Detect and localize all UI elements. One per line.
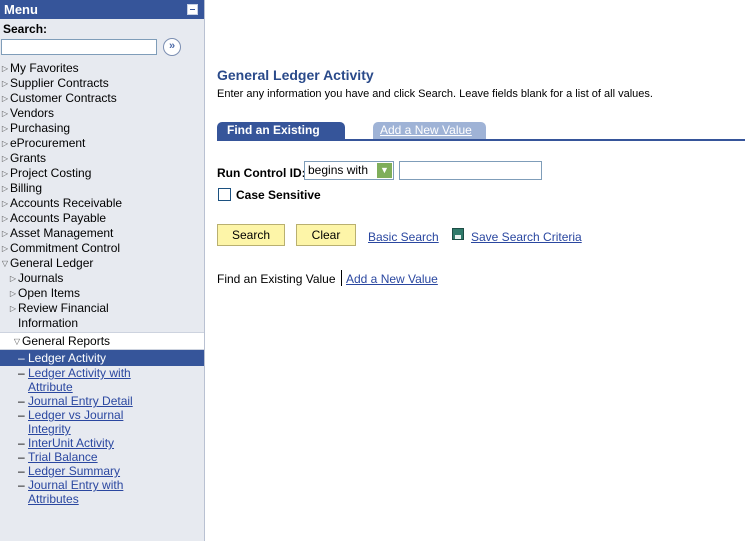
instructions-text: Enter any information you have and click… <box>217 88 653 100</box>
menu-item-interunit-activity[interactable]: – InterUnit Activity <box>0 436 204 450</box>
menu-item-ledger-vs-journal[interactable]: – Ledger vs Journal <box>0 408 204 422</box>
collapse-icon[interactable] <box>187 4 198 15</box>
expand-triangle-icon: ▷ <box>9 274 17 283</box>
save-search-criteria-link[interactable]: Save Search Criteria <box>471 230 582 244</box>
menu-item-accounts-receivable[interactable]: ▷ Accounts Receivable <box>0 196 204 211</box>
menu-item-ledger-activity-with-attribute[interactable]: – Ledger Activity with <box>0 366 204 380</box>
menu-search-label: Search: <box>3 22 48 36</box>
expand-triangle-icon: ▷ <box>1 199 9 208</box>
menu-item-general-ledger[interactable]: ▽ General Ledger <box>0 256 204 271</box>
expand-triangle-icon: ▷ <box>1 64 9 73</box>
bottom-add-new-value-link[interactable]: Add a New Value <box>346 272 438 286</box>
case-sensitive-label: Case Sensitive <box>236 188 321 202</box>
menu-item-ledger-summary[interactable]: – Ledger Summary <box>0 464 204 478</box>
expand-triangle-icon: ▷ <box>1 124 9 133</box>
menu-item-project-costing[interactable]: ▷ Project Costing <box>0 166 204 181</box>
menu-item-trial-balance[interactable]: – Trial Balance <box>0 450 204 464</box>
separator <box>341 270 342 286</box>
tab-find-existing-value[interactable]: Find an Existing Value <box>217 122 345 154</box>
menu-search-input[interactable] <box>1 39 157 55</box>
expand-triangle-icon: ▷ <box>1 154 9 163</box>
save-disk-icon[interactable] <box>452 228 464 240</box>
expand-triangle-icon: ▷ <box>9 304 17 313</box>
tab-bar: Find an Existing Value Add a New Value <box>217 120 745 154</box>
go-arrow-icon[interactable]: » <box>163 38 181 56</box>
collapse-triangle-icon: ▽ <box>13 337 21 346</box>
menu-item-ledger-activity[interactable]: – Ledger Activity <box>0 350 204 366</box>
menu-item-journals[interactable]: ▷ Journals <box>0 271 204 286</box>
menu-item-eprocurement[interactable]: ▷ eProcurement <box>0 136 204 151</box>
menu-item-customer-contracts[interactable]: ▷ Customer Contracts <box>0 91 204 106</box>
menu-item-my-favorites[interactable]: ▷ My Favorites <box>0 61 204 76</box>
menu-item-ledger-activity-with-attribute-cont[interactable]: Attribute <box>0 380 204 394</box>
operator-value: begins with <box>308 163 369 177</box>
expand-triangle-icon: ▷ <box>1 214 9 223</box>
menu-item-journal-entry-with-attributes[interactable]: – Journal Entry with <box>0 478 204 492</box>
menu-item-journal-entry-with-attributes-cont[interactable]: Attributes <box>0 492 204 506</box>
menu-item-asset-management[interactable]: ▷ Asset Management <box>0 226 204 241</box>
menu-item-open-items[interactable]: ▷ Open Items <box>0 286 204 301</box>
menu-item-vendors[interactable]: ▷ Vendors <box>0 106 204 121</box>
run-control-input[interactable] <box>399 161 542 180</box>
expand-triangle-icon: ▷ <box>1 244 9 253</box>
expand-triangle-icon: ▷ <box>1 229 9 238</box>
expand-triangle-icon: ▷ <box>1 139 9 148</box>
bottom-find-existing-value: Find an Existing Value <box>217 272 336 286</box>
menu-item-ledger-vs-journal-cont[interactable]: Integrity <box>0 422 204 436</box>
menu-item-supplier-contracts[interactable]: ▷ Supplier Contracts <box>0 76 204 91</box>
menu-search-row: » <box>0 37 204 61</box>
expand-triangle-icon: ▷ <box>1 169 9 178</box>
operator-select[interactable]: begins with ▼ <box>304 161 394 180</box>
expand-triangle-icon: ▷ <box>1 94 9 103</box>
menu-header: Menu <box>0 0 204 19</box>
expand-triangle-icon: ▷ <box>1 79 9 88</box>
menu-item-journal-entry-detail[interactable]: – Journal Entry Detail <box>0 394 204 408</box>
menu-item-review-financial-cont[interactable]: Information <box>0 316 204 331</box>
menu-item-billing[interactable]: ▷ Billing <box>0 181 204 196</box>
menu-item-purchasing[interactable]: ▷ Purchasing <box>0 121 204 136</box>
tab-add-new-value[interactable]: Add a New Value <box>373 122 486 139</box>
expand-triangle-icon: ▷ <box>1 184 9 193</box>
expand-triangle-icon: ▷ <box>1 109 9 118</box>
case-sensitive-checkbox[interactable] <box>218 188 231 201</box>
search-button[interactable]: Search <box>217 224 285 246</box>
basic-search-link[interactable]: Basic Search <box>368 230 439 244</box>
expand-triangle-icon: ▷ <box>9 289 17 298</box>
menu-item-grants[interactable]: ▷ Grants <box>0 151 204 166</box>
menu-item-commitment-control[interactable]: ▷ Commitment Control <box>0 241 204 256</box>
page-title: General Ledger Activity <box>217 67 374 83</box>
run-control-label: Run Control ID: <box>217 166 306 180</box>
menu-item-accounts-payable[interactable]: ▷ Accounts Payable <box>0 211 204 226</box>
menu-title: Menu <box>4 2 38 17</box>
collapse-triangle-icon: ▽ <box>1 259 9 268</box>
clear-button[interactable]: Clear <box>296 224 356 246</box>
left-menu: Menu Search: » ▷ My Favorites ▷ Supplier C… <box>0 0 205 541</box>
menu-item-review-financial[interactable]: ▷ Review Financial <box>0 301 204 316</box>
dropdown-arrow-icon[interactable]: ▼ <box>377 163 392 178</box>
menu-item-general-reports[interactable]: ▽ General Reports <box>0 332 204 350</box>
